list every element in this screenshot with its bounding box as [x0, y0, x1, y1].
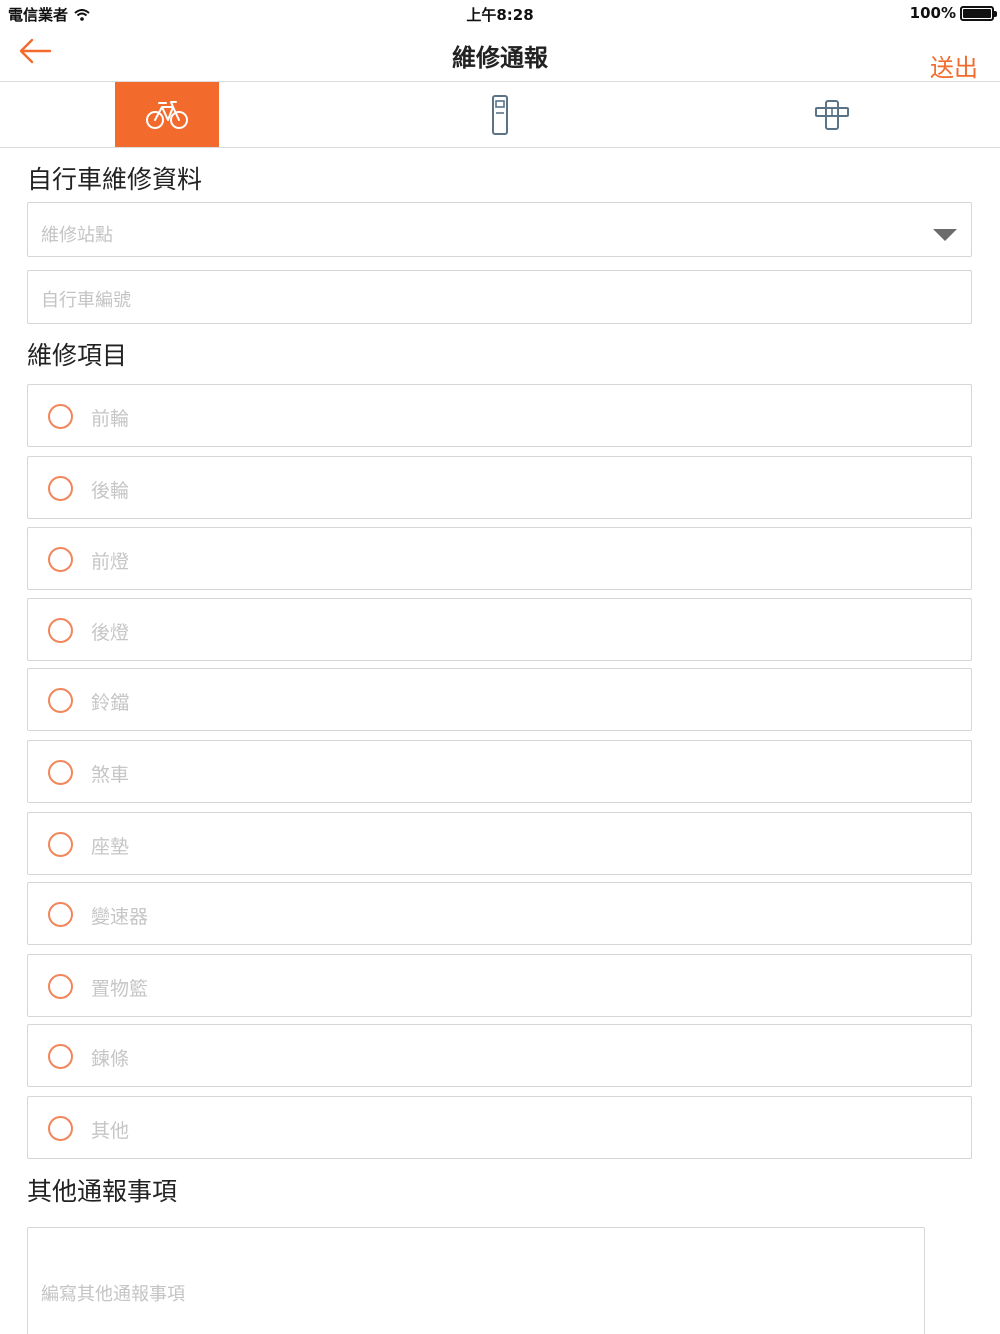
tab-bicycle[interactable]: [115, 82, 219, 147]
repair-item-chain[interactable]: 鍊條: [27, 1024, 972, 1087]
station-placeholder: 維修站點: [41, 225, 113, 246]
tab-kiosk[interactable]: [449, 82, 551, 147]
nav-bar: 維修通報 送出: [0, 26, 1000, 82]
repair-item-label: 前輪: [91, 408, 130, 430]
radio-icon: [48, 760, 73, 785]
radio-icon: [48, 1044, 73, 1069]
repair-item-basket[interactable]: 置物籃: [27, 954, 972, 1017]
repair-item-label: 鈴鐺: [91, 692, 130, 714]
arrow-left-icon: [19, 38, 52, 64]
radio-icon: [48, 404, 73, 429]
repair-item-bell[interactable]: 鈴鐺: [27, 668, 972, 731]
radio-icon: [48, 902, 73, 927]
bike-number-input[interactable]: 自行車編號: [27, 270, 972, 324]
radio-icon: [48, 974, 73, 999]
repair-item-rear-wheel[interactable]: 後輪: [27, 456, 972, 519]
repair-item-label: 變速器: [91, 906, 149, 928]
repair-item-brake[interactable]: 煞車: [27, 740, 972, 803]
repair-item-front-light[interactable]: 前燈: [27, 527, 972, 590]
radio-icon: [48, 547, 73, 572]
radio-icon: [48, 832, 73, 857]
repair-item-rear-light[interactable]: 後燈: [27, 598, 972, 661]
other-notes-placeholder: 編寫其他通報事項: [41, 1284, 185, 1305]
other-section-title: 其他通報事項: [27, 1177, 178, 1206]
status-bar: 電信業者 上午8:28 100%: [0, 0, 1000, 26]
repair-item-label: 其他: [91, 1120, 130, 1142]
station-dropdown[interactable]: 維修站點: [27, 202, 972, 257]
repair-item-gearshift[interactable]: 變速器: [27, 882, 972, 945]
category-tabs: [0, 82, 1000, 148]
clock: 上午8:28: [466, 6, 534, 24]
repair-item-front-wheel[interactable]: 前輪: [27, 384, 972, 447]
radio-icon: [48, 618, 73, 643]
bike-number-placeholder: 自行車編號: [41, 290, 131, 311]
repair-item-label: 前燈: [91, 551, 130, 573]
battery-percent: 100%: [909, 4, 956, 22]
other-notes-textarea[interactable]: 編寫其他通報事項: [27, 1227, 925, 1334]
repair-item-label: 後輪: [91, 480, 130, 502]
repair-item-label: 後燈: [91, 622, 130, 644]
battery-status: 100%: [909, 4, 997, 22]
repair-item-label: 置物籃: [91, 978, 149, 1000]
radio-icon: [48, 1116, 73, 1141]
bike-section-title: 自行車維修資料: [27, 165, 203, 194]
bicycle-icon: [146, 100, 188, 129]
repair-item-label: 座墊: [91, 836, 130, 858]
back-button[interactable]: [18, 36, 58, 70]
dock-icon: [815, 99, 849, 130]
repair-section-title: 維修項目: [27, 341, 128, 370]
repair-item-label: 鍊條: [91, 1048, 130, 1070]
repair-item-label: 煞車: [91, 764, 130, 786]
repair-item-seat[interactable]: 座墊: [27, 812, 972, 875]
page-title: 維修通報: [452, 44, 548, 72]
radio-icon: [48, 688, 73, 713]
tab-dock[interactable]: [780, 82, 884, 147]
battery-icon: [960, 5, 997, 21]
kiosk-icon: [492, 94, 508, 135]
repair-item-other[interactable]: 其他: [27, 1096, 972, 1159]
caret-down-icon: [933, 229, 957, 241]
submit-button[interactable]: 送出: [930, 48, 978, 83]
radio-icon: [48, 476, 73, 501]
